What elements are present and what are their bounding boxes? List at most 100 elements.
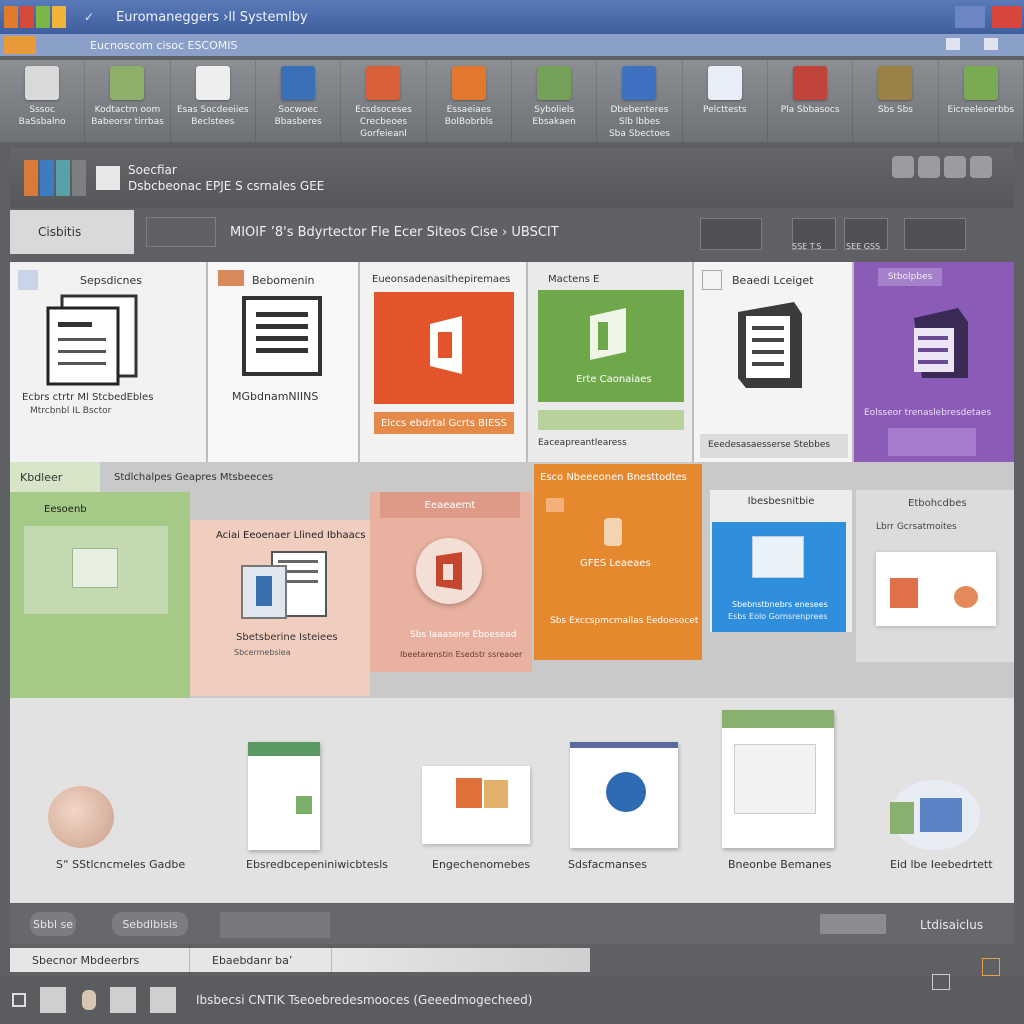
document-icon	[242, 296, 322, 376]
document-icon	[738, 302, 802, 388]
document-icon	[752, 536, 804, 578]
ribbon-app-icon	[878, 66, 913, 100]
toolbar-slot[interactable]	[904, 218, 966, 250]
ribbon-app-icon	[195, 66, 230, 100]
tab-contents[interactable]: Cisbitis	[10, 210, 134, 254]
green-bar	[538, 410, 684, 430]
device-icon[interactable]	[890, 780, 980, 850]
card-caption: Sbebnstbnebrs enesees	[732, 600, 828, 609]
ribbon-item[interactable]: Esas Socdeeiies Beclstees	[171, 60, 256, 142]
app-icon-yellow[interactable]	[52, 6, 66, 28]
image-icon	[890, 578, 918, 608]
ribbon-item[interactable]: Ecsdsoceses Crecbeoes Gorfeieanl	[341, 60, 427, 142]
card-title: Eeaeaemt	[380, 492, 520, 518]
thumb-icon	[40, 160, 54, 196]
notification-icon[interactable]	[982, 958, 1000, 976]
ribbon-item[interactable]: Sbs Sbs	[853, 60, 939, 142]
office-logo-icon	[430, 316, 462, 374]
globe-icon[interactable]	[48, 786, 114, 848]
toolbar-box-label: SEE GSS	[846, 242, 881, 251]
card[interactable]: Eueonsadenasithepiremaes Elccs ebdrtal G…	[360, 262, 528, 462]
window-title: Euromaneggers ›ll Systemlby	[116, 9, 308, 25]
taskbar-icon[interactable]	[82, 990, 96, 1010]
header-action-icon[interactable]	[918, 156, 940, 178]
start-icon[interactable]	[12, 993, 26, 1007]
card-caption: MGbdnamNIINS	[232, 390, 319, 403]
document-icon[interactable]	[248, 742, 320, 850]
status-bar: Sbbl se Sebdlbisis Ltdisaiclus	[10, 904, 1014, 944]
ribbon-app-icon	[366, 66, 401, 100]
app-circle-icon	[416, 538, 482, 604]
green-tile: Erte Caonaiaes	[538, 290, 684, 402]
header-action-icon[interactable]	[892, 156, 914, 178]
card[interactable]: Mactens E Erte Caonaiaes Eaceapreantlear…	[528, 262, 694, 462]
app-label: Engechenomebes	[432, 858, 531, 871]
ribbon-item[interactable]: Syboliels Ebsakaen	[512, 60, 598, 142]
close-button[interactable]	[992, 6, 1022, 28]
document-icon[interactable]	[422, 766, 530, 844]
taskbar-icon[interactable]	[150, 987, 176, 1013]
card[interactable]: Stbolpbes Eolsseor trenaslebresdetaes	[854, 262, 1014, 462]
file-manager-icon	[241, 551, 327, 619]
app-icon-orange[interactable]	[4, 6, 18, 28]
card[interactable]: Sepsdicnes Ecbrs ctrtr Ml StcbedEbles Mt…	[10, 262, 208, 462]
preview-image	[24, 526, 168, 614]
card[interactable]: Eeaeaemt Sbs Iaaasene Eboesead Ibeetaren…	[370, 492, 532, 672]
app-window-icon[interactable]	[570, 742, 678, 848]
ribbon-item[interactable]: Socwoec Bbasberes	[256, 60, 342, 142]
status-button[interactable]: Sebdlbisis	[112, 912, 188, 936]
header-action-icon[interactable]	[970, 156, 992, 178]
ribbon-app-icon	[451, 66, 486, 100]
card-caption: Eesoenb	[44, 504, 87, 515]
card[interactable]: Aciai Eeoenaer Llined Ibhaacs Sbetsberin…	[190, 520, 370, 696]
ribbon-item[interactable]: Eicreeleoerbbs	[939, 60, 1024, 142]
toolbar-slot[interactable]	[146, 217, 216, 247]
close-small-icon[interactable]	[984, 38, 998, 50]
chart-document-icon[interactable]	[722, 710, 834, 848]
ribbon-item[interactable]: Sssoc BaSsbalno	[0, 60, 86, 142]
card[interactable]: Kbdleer Stdlchalpes Geapres Mtsbeeces Ee…	[10, 462, 273, 698]
card-title: Etbohcdbes	[908, 498, 967, 509]
image-icon	[954, 586, 978, 608]
app-icon-green[interactable]	[36, 6, 50, 28]
status-slot[interactable]	[820, 914, 886, 934]
card[interactable]: Ibesbesnitbie Sbebnstbnebrs enesees Esbs…	[710, 490, 852, 632]
card[interactable]: Bebomenin MGbdnamNIINS	[208, 262, 360, 462]
card[interactable]: Etbohcdbes Lbrr Gcrsatmoites	[856, 490, 1014, 662]
ribbon-item[interactable]: Dbebenteres Slb lbbes Sba Sbectoes	[597, 60, 683, 142]
toolbar-slot[interactable]	[700, 218, 762, 250]
ribbon-item-label: Eicreeleoerbbs	[947, 105, 1015, 115]
restore-icon[interactable]	[946, 38, 960, 50]
card-caption: Erte Caonaiaes	[576, 374, 652, 385]
app-icon-red[interactable]	[20, 6, 34, 28]
tray-icon[interactable]	[932, 974, 950, 990]
header-action-icon[interactable]	[944, 156, 966, 178]
app-label: Ebsredbcepeniniwicbtesls	[246, 858, 388, 871]
card-title: Eueonsadenasithepiremaes	[372, 274, 511, 285]
status-slot[interactable]	[220, 912, 330, 938]
chevron-icon[interactable]: ✓	[84, 10, 94, 24]
ribbon-item[interactable]: Pla Sbbasocs	[768, 60, 854, 142]
card-subtitle: Stdlchalpes Geapres Mtsbeeces	[114, 471, 274, 483]
card[interactable]: Esco Nbeeeonen Bnesttodtes GFES Leaeaes …	[534, 464, 702, 660]
status-tab[interactable]: Sbecnor Mbdeerbrs	[10, 948, 190, 972]
minimize-button[interactable]	[955, 6, 985, 28]
header-text: Soecfiar Dsbcbeonac EPJE S csrnales GEE	[128, 162, 324, 194]
card[interactable]: Beaedi Lceiget Eeedesasaesserse Stebbes	[694, 262, 854, 462]
ribbon-item-label: Pla Sbbasocs	[780, 105, 840, 115]
ribbon-item[interactable]: Essaeiaes BolBobrbls	[427, 60, 512, 142]
ribbon-item[interactable]: Kodtactm oom Babeorsr tirrbas	[85, 60, 171, 142]
quick-access-icon[interactable]	[4, 36, 36, 54]
app-label: Sdsfacmanses	[568, 858, 648, 871]
ribbon-item[interactable]: Pelcttests	[683, 60, 768, 142]
taskbar-icon[interactable]	[40, 987, 66, 1013]
document-icon	[96, 166, 120, 190]
status-tab[interactable]: Ebaebdanr ba’	[190, 948, 332, 972]
taskbar-icon[interactable]	[110, 987, 136, 1013]
thumb-icon	[24, 160, 38, 196]
card-caption: Eaceapreantlearess	[538, 438, 627, 448]
taskbar-text: Ibsbecsi CNTIK Tseoebredesmooces (Geeedm…	[196, 993, 533, 1007]
status-button[interactable]: Sbbl se	[30, 912, 76, 936]
header-line1: Soecfiar	[128, 163, 177, 177]
card-caption: Sbs Iaaasene Eboesead	[410, 630, 517, 640]
